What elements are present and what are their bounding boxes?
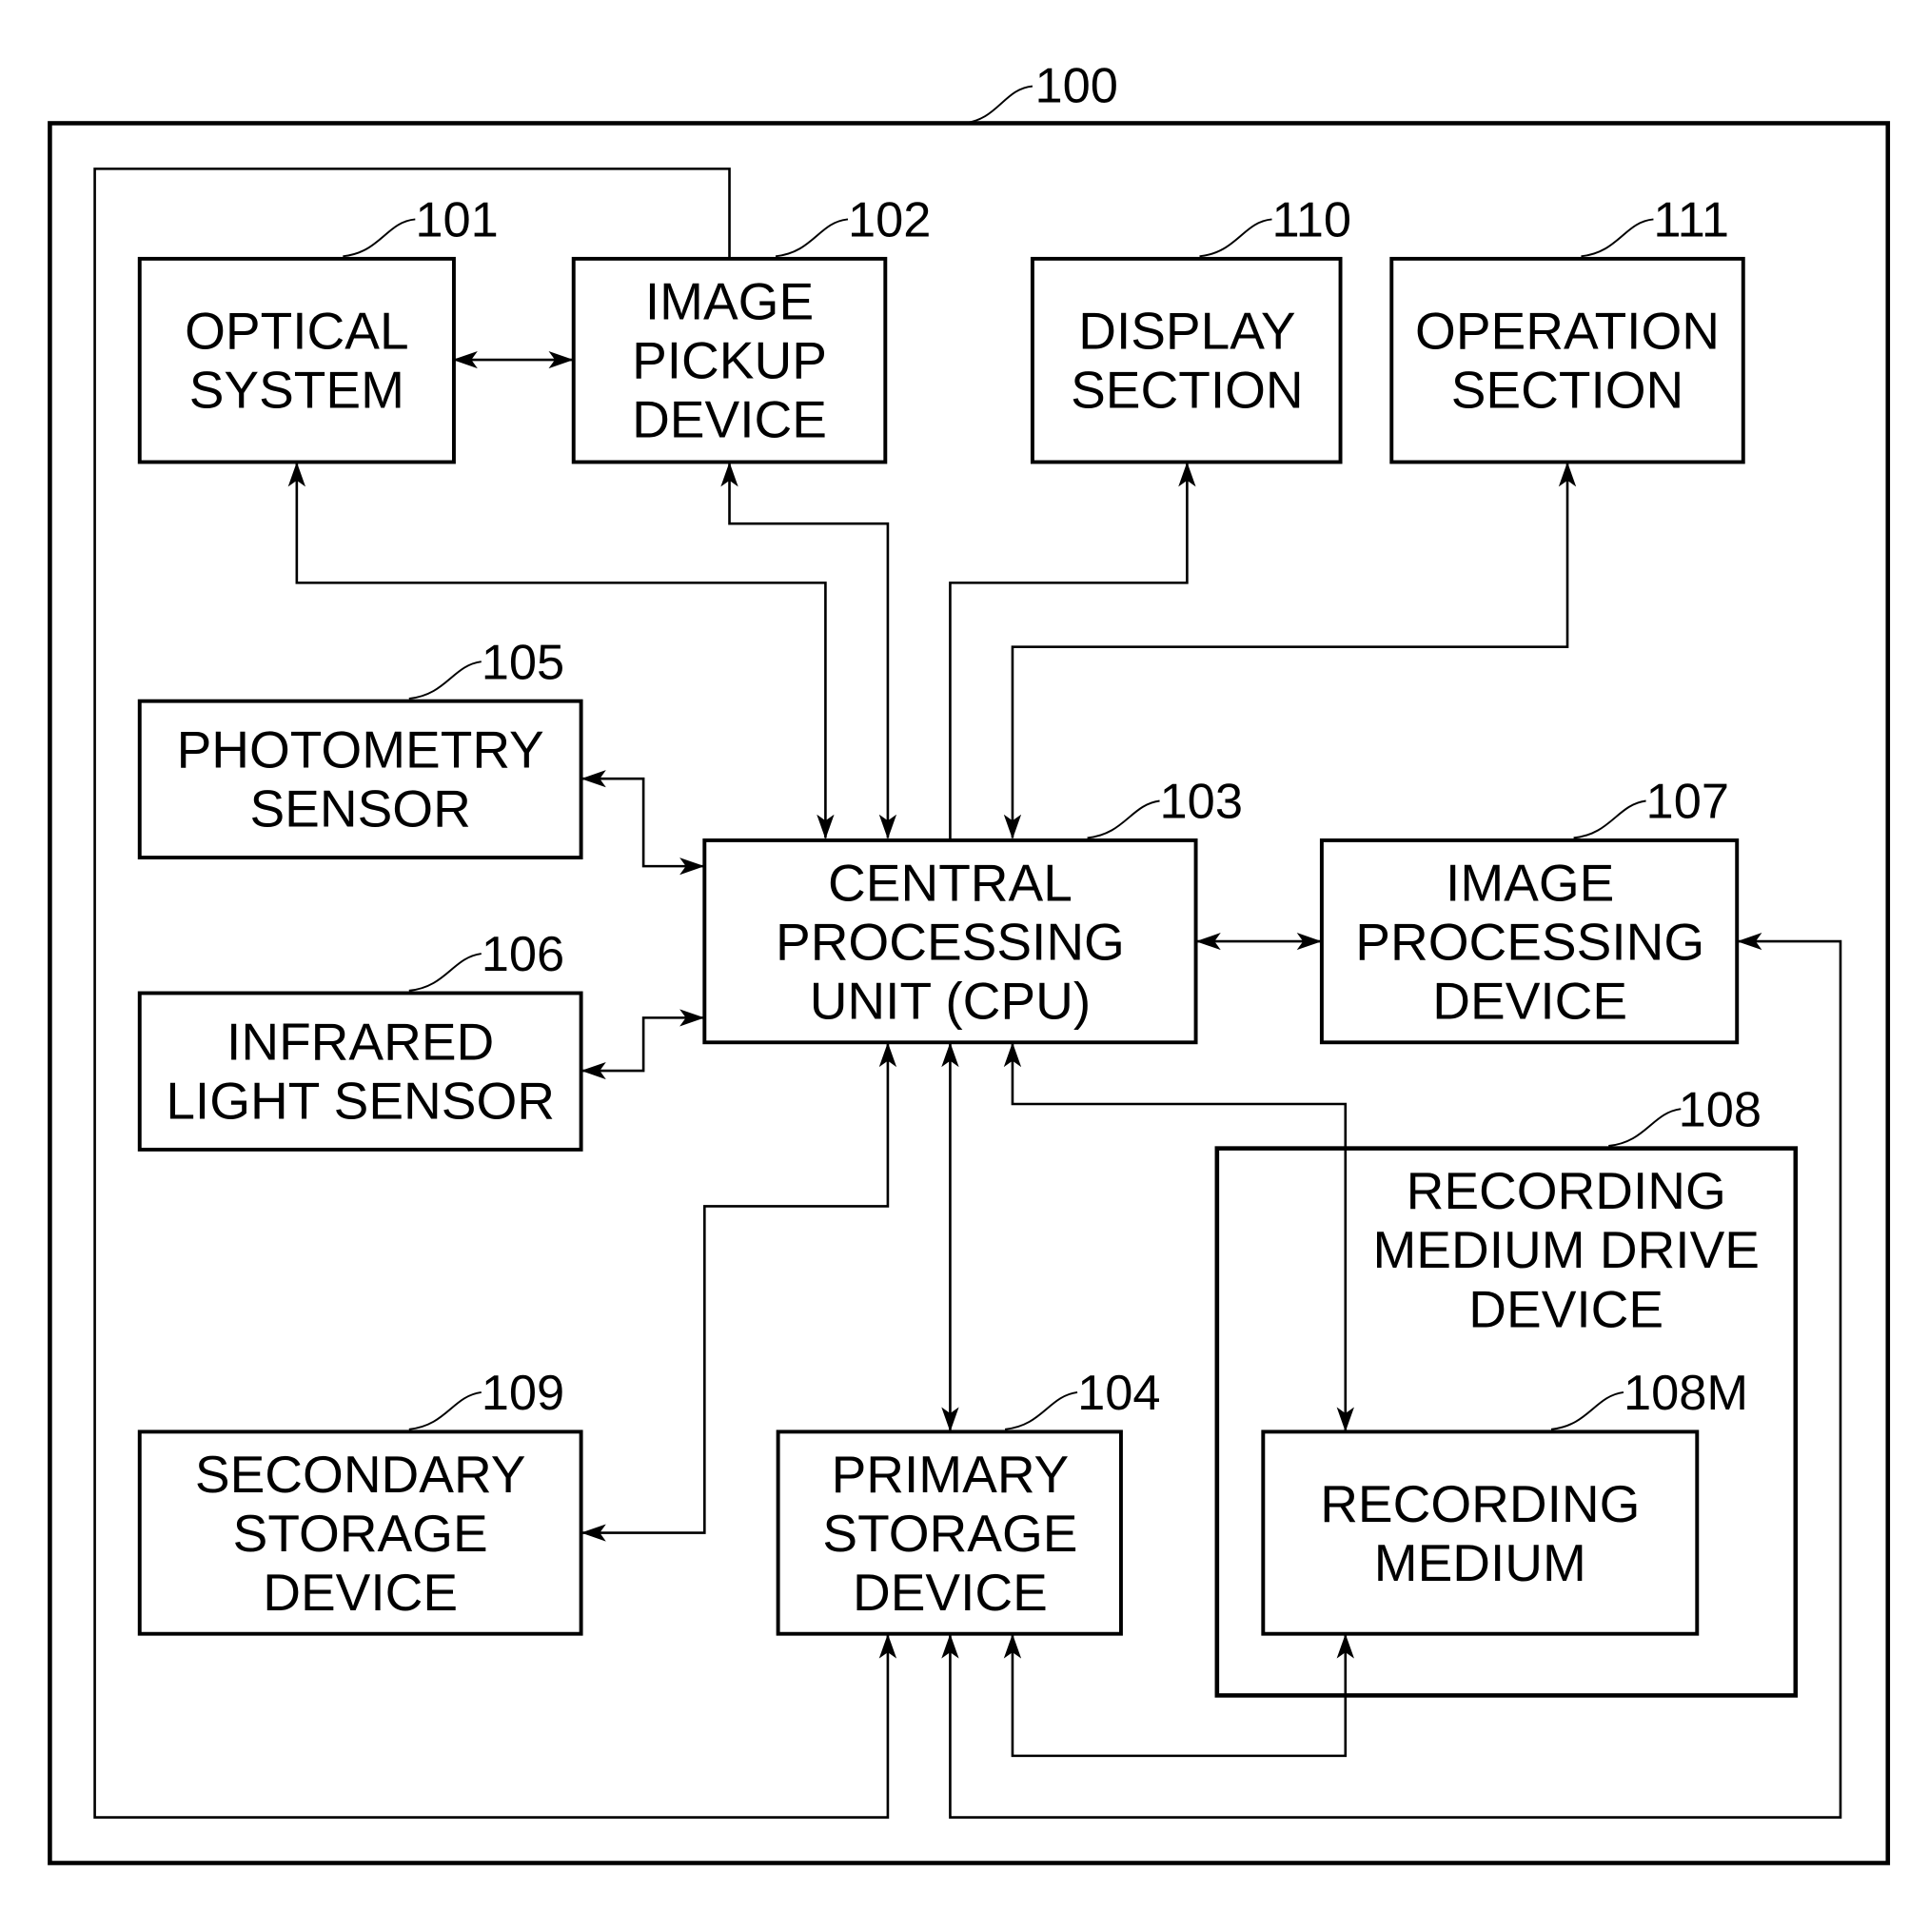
block-label: SECONDARY	[195, 1445, 526, 1504]
block-infrared-light-sensor: INFRARED LIGHT SENSOR 106	[137, 927, 583, 1152]
block-label: PRIMARY	[832, 1445, 1070, 1504]
block-photometry-sensor: PHOTOMETRY SENSOR 105	[137, 636, 583, 860]
block-operation-section: OPERATION SECTION 111	[1389, 193, 1745, 464]
ref-102: 102	[848, 193, 931, 248]
block-image-pickup-device: IMAGE PICKUP DEVICE 102	[571, 193, 931, 464]
wire-cpu-display	[949, 462, 1196, 840]
wire-cpu-medium	[1003, 1042, 1354, 1432]
ref-103: 103	[1160, 775, 1243, 830]
block-label: SYSTEM	[189, 361, 404, 420]
block-label: DEVICE	[853, 1563, 1048, 1622]
ref-111: 111	[1653, 193, 1729, 248]
block-label: OPERATION	[1415, 302, 1720, 361]
block-label: STORAGE	[233, 1504, 488, 1563]
block-label: DEVICE	[263, 1563, 458, 1622]
block-diagram: 100 OPTICAL SYSTEM 101 IMAGE PICKUP DEVI…	[48, 59, 1891, 1865]
block-label: DEVICE	[1432, 972, 1627, 1031]
ref-104: 104	[1077, 1366, 1160, 1421]
block-optical-system: OPTICAL SYSTEM 101	[137, 193, 499, 464]
wire-cpu-infrared	[581, 1009, 705, 1080]
block-recording-medium: RECORDING MEDIUM 108M	[1261, 1366, 1748, 1636]
wire-cpu-pickup	[720, 462, 897, 839]
block-label: PROCESSING	[776, 913, 1125, 972]
block-label: PICKUP	[632, 331, 827, 390]
wire-cpu-photometry	[581, 770, 705, 876]
block-label: INFRARED	[226, 1013, 494, 1072]
block-label: IMAGE	[645, 272, 814, 331]
block-label: PHOTOMETRY	[177, 720, 544, 779]
ref-108m: 108M	[1624, 1366, 1748, 1421]
ref-100: 100	[1035, 59, 1118, 114]
block-label: SECTION	[1071, 361, 1304, 420]
block-label: CENTRAL	[828, 854, 1073, 913]
block-cpu: CENTRAL PROCESSING UNIT (CPU) 103	[702, 775, 1243, 1045]
block-label: UNIT (CPU)	[810, 972, 1091, 1031]
ref-110: 110	[1271, 193, 1351, 248]
leader-100	[962, 85, 1033, 125]
block-label: STORAGE	[822, 1504, 1077, 1563]
block-label: SENSOR	[249, 779, 470, 838]
block-label: MEDIUM	[1374, 1533, 1586, 1592]
wire-operation-cpu	[1003, 462, 1577, 839]
block-primary-storage-device: PRIMARY STORAGE DEVICE 104	[776, 1366, 1160, 1636]
block-image-processing-device: IMAGE PROCESSING DEVICE 107	[1319, 775, 1740, 1045]
ref-109: 109	[482, 1366, 564, 1421]
block-label: OPTICAL	[185, 302, 408, 361]
block-label: LIGHT SENSOR	[166, 1072, 555, 1131]
block-secondary-storage-device: SECONDARY STORAGE DEVICE 109	[137, 1366, 583, 1636]
ref-101: 101	[415, 193, 498, 248]
ref-107: 107	[1646, 775, 1729, 830]
block-label: SECTION	[1451, 361, 1684, 420]
block-label: DEVICE	[632, 390, 827, 449]
block-label: MEDIUM DRIVE	[1372, 1220, 1760, 1279]
ref-106: 106	[482, 927, 564, 982]
block-label: RECORDING	[1320, 1474, 1640, 1533]
block-label: RECORDING	[1407, 1161, 1726, 1220]
ref-105: 105	[482, 636, 564, 691]
block-label: PROCESSING	[1355, 913, 1704, 972]
block-label: IMAGE	[1446, 854, 1614, 913]
block-display-section: DISPLAY SECTION 110	[1030, 193, 1351, 464]
block-label: DEVICE	[1468, 1280, 1663, 1339]
block-label: DISPLAY	[1078, 302, 1295, 361]
ref-108: 108	[1679, 1083, 1762, 1138]
